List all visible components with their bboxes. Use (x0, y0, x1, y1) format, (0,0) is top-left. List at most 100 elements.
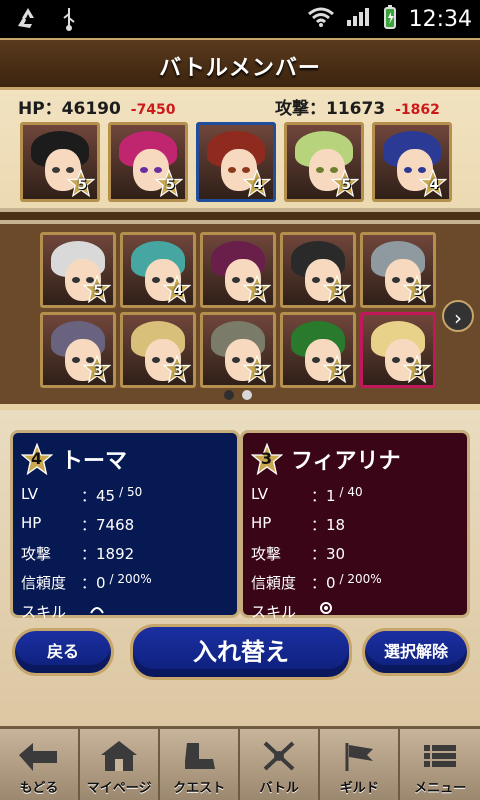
left-hp-label: HP (21, 514, 42, 532)
right-skill-label: スキル (251, 603, 297, 621)
nav-back-label: もどる (19, 781, 59, 796)
character-eye (316, 167, 324, 173)
rarity-value: 4 (173, 283, 183, 299)
rarity-value: 3 (413, 283, 423, 299)
left-trust-max: / 200% (109, 572, 152, 586)
box-portrait[interactable]: 3 (280, 232, 356, 308)
boots-icon (160, 735, 238, 777)
left-lv-max: / 50 (119, 485, 143, 499)
star-icon: 4 (20, 442, 54, 476)
character-eye (72, 277, 80, 283)
rarity-value: 3 (253, 283, 263, 299)
left-lv-value: ：45 (81, 487, 116, 505)
character-eye (232, 357, 240, 363)
left-hp-value: ：7468 (81, 516, 135, 534)
rarity-value: 3 (333, 283, 343, 299)
right-skill-row: スキル (251, 601, 459, 622)
rarity-value: 5 (165, 177, 175, 193)
box-portrait[interactable]: 3 (200, 312, 276, 388)
nav-battle[interactable]: バトル (240, 729, 321, 800)
left-lv-row: LV ：45 / 50 (21, 485, 229, 506)
rarity-value: 4 (253, 177, 263, 193)
party-portrait[interactable]: 4 (372, 122, 452, 202)
box-portrait[interactable]: 3 (120, 312, 196, 388)
character-eye (152, 277, 160, 283)
nav-mypage-label: マイページ (86, 781, 152, 796)
character-eye (312, 357, 320, 363)
character-eye (392, 277, 400, 283)
box-portrait[interactable]: 3 (200, 232, 276, 308)
right-card-title: 3 フィアリナ (250, 442, 459, 476)
party-portrait[interactable]: 5 (20, 122, 100, 202)
left-character-card: 4 トーマ LV ：45 / 50 HP ：7468 攻撃 ：1892 信頼度 … (10, 430, 240, 621)
nav-guild-label: ギルド (339, 781, 379, 796)
crossed-swords-icon (240, 735, 318, 777)
member-area: HP：46190 -7450 攻撃：11673 -1862 5 5 4 5 4 5 4 3 3… (0, 90, 480, 410)
star-icon: 3 (250, 442, 284, 476)
back-button[interactable]: 戻る (12, 628, 114, 676)
nav-menu[interactable]: メニュー (400, 729, 480, 800)
nav-guild[interactable]: ギルド (320, 729, 401, 800)
page-dot-inactive (242, 390, 252, 400)
character-eye (392, 357, 400, 363)
left-skill-row: スキル (21, 601, 229, 622)
page-dot-active (224, 390, 234, 400)
left-atk-row: 攻撃 ：1892 (21, 543, 229, 564)
left-skill-label: スキル (21, 603, 67, 621)
status-bar: 12:34 (0, 0, 480, 38)
rarity-value: 5 (77, 177, 87, 193)
left-card-name: トーマ (61, 449, 128, 474)
party-portrait[interactable]: 5 (284, 122, 364, 202)
box-portrait[interactable]: 5 (40, 232, 116, 308)
nav-quest[interactable]: クエスト (160, 729, 241, 800)
clear-selection-button[interactable]: 選択解除 (362, 628, 470, 676)
party-divider (0, 208, 480, 224)
party-hp-label: HP：46190 (18, 99, 121, 119)
left-atk-value: ：1892 (81, 545, 135, 563)
next-page-button[interactable]: › (442, 300, 474, 332)
usb-icon (60, 6, 78, 36)
nav-menu-label: メニュー (414, 781, 467, 796)
page-indicator (224, 390, 252, 400)
nav-back[interactable]: もどる (0, 729, 81, 800)
right-atk-label: 攻撃 (251, 545, 282, 563)
guild-flag-icon (320, 735, 398, 777)
right-lv-label: LV (251, 485, 268, 503)
right-atk-row: 攻撃 ：30 (251, 543, 459, 564)
left-card-rank: 4 (31, 449, 43, 468)
skill-arc-icon (89, 601, 105, 622)
wifi-icon (307, 6, 335, 32)
character-info-area: 4 トーマ LV ：45 / 50 HP ：7468 攻撃 ：1892 信頼度 … (0, 410, 480, 726)
party-portrait[interactable]: 4 (196, 122, 276, 202)
nav-quest-label: クエスト (173, 781, 226, 796)
character-eye (232, 277, 240, 283)
right-card-name: フィアリナ (291, 449, 401, 474)
character-eye (312, 277, 320, 283)
party-attack-diff: -1862 (395, 102, 440, 118)
skill-circle-icon (319, 601, 333, 622)
left-trust-value: ：0 (81, 574, 106, 592)
right-lv-max: / 40 (339, 485, 363, 499)
menu-icon (400, 735, 480, 777)
right-lv-value: ：1 (311, 487, 336, 505)
box-portrait[interactable]: 3 (40, 312, 116, 388)
right-hp-value: ：18 (311, 516, 346, 534)
rarity-value: 5 (93, 283, 103, 299)
left-atk-label: 攻撃 (21, 545, 52, 563)
box-portrait[interactable]: 3 (280, 312, 356, 388)
party-portrait[interactable]: 5 (108, 122, 188, 202)
box-portrait[interactable]: 3 (360, 312, 436, 388)
left-trust-row: 信頼度 ：0 / 200% (21, 572, 229, 593)
bottom-navigation: もどる マイページ クエスト バトル ギルド メニュー (0, 726, 480, 800)
box-portrait[interactable]: 3 (360, 232, 436, 308)
status-time: 12:34 (408, 6, 472, 32)
party-attack: 攻撃：11673 -1862 (275, 94, 440, 119)
swap-button[interactable]: 入れ替え (130, 624, 352, 680)
rarity-value: 3 (93, 363, 103, 379)
nav-mypage[interactable]: マイページ (80, 729, 161, 800)
right-trust-row: 信頼度 ：0 / 200% (251, 572, 459, 593)
battery-icon (381, 4, 399, 34)
box-portrait[interactable]: 4 (120, 232, 196, 308)
left-hp-row: HP ：7468 (21, 514, 229, 535)
page-title: バトルメンバー (159, 56, 321, 81)
